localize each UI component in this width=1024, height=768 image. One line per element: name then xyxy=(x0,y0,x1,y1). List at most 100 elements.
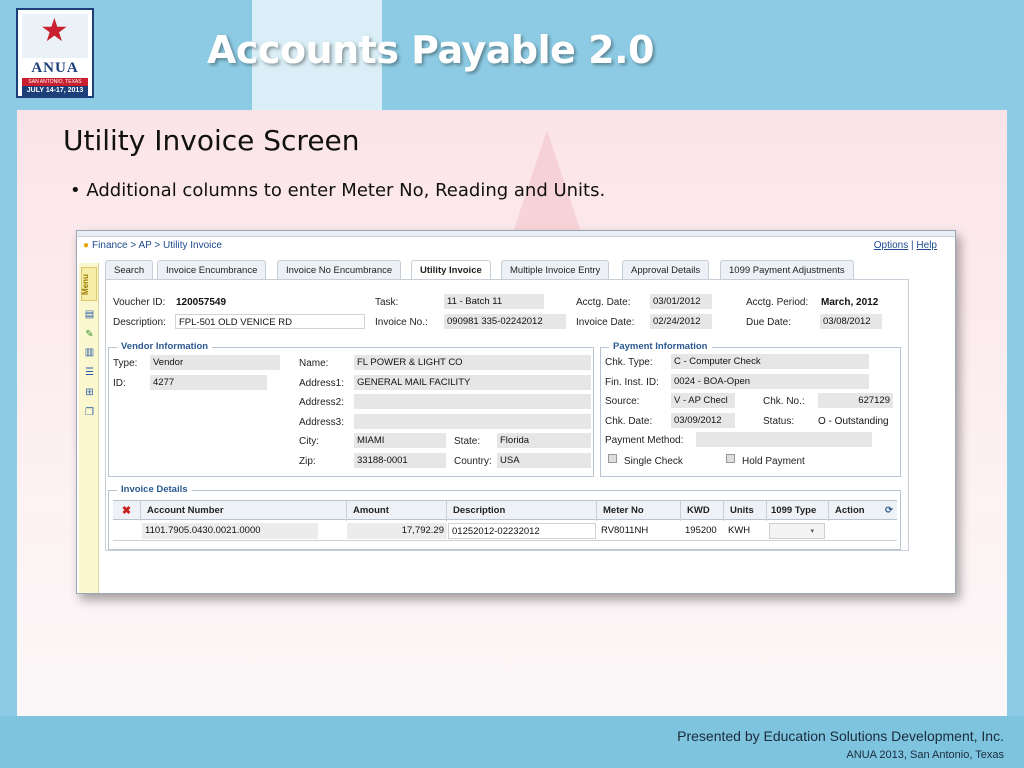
logo-dates: JULY 14-17, 2013 xyxy=(22,86,88,96)
chk-no-label: Chk. No.: xyxy=(763,396,805,407)
chk-type-field[interactable]: C - Computer Check xyxy=(671,354,869,369)
account-number-cell[interactable]: 1101.7905.0430.0021.0000 xyxy=(142,523,318,539)
vendor-id-label: ID: xyxy=(113,378,126,389)
state-field[interactable]: Florida xyxy=(497,433,591,448)
chk-date-label: Chk. Date: xyxy=(605,416,653,427)
chevron-down-icon: ▾ xyxy=(810,528,814,535)
vendor-type-field[interactable]: Vendor xyxy=(150,355,280,370)
breadcrumb: ● Finance > AP > Utility Invoice xyxy=(83,240,222,251)
fin-inst-id-label: Fin. Inst. ID: xyxy=(605,377,659,388)
tab-invoice-encumbrance[interactable]: Invoice Encumbrance xyxy=(157,260,267,279)
hold-payment-label: Hold Payment xyxy=(742,456,805,467)
report-icon[interactable]: ▥ xyxy=(83,347,96,359)
vendor-type-label: Type: xyxy=(113,358,138,369)
footer-presenter: Presented by Education Solutions Develop… xyxy=(677,728,1004,744)
star-icon: ★ xyxy=(40,11,69,49)
city-label: City: xyxy=(299,436,319,447)
amount-cell[interactable]: 17,792.29 xyxy=(347,523,447,539)
delete-icon[interactable]: ✖ xyxy=(122,505,131,517)
source-field[interactable]: V - AP Checl xyxy=(671,393,735,408)
tab-utility-invoice[interactable]: Utility Invoice xyxy=(411,260,491,280)
hold-payment-checkbox[interactable] xyxy=(726,454,735,463)
header-links: Options | Help xyxy=(874,240,937,251)
description-cell[interactable]: 01252012-02232012 xyxy=(448,523,596,539)
country-label: Country: xyxy=(454,456,492,467)
invoice-no-field[interactable]: 090981 335-02242012 xyxy=(444,314,566,329)
link-separator: | xyxy=(911,240,914,251)
tab-multiple-invoice-entry[interactable]: Multiple Invoice Entry xyxy=(501,260,610,279)
print-icon[interactable]: ▤ xyxy=(83,309,96,321)
tab-approval-details[interactable]: Approval Details xyxy=(622,260,710,279)
acctg-period-value: March, 2012 xyxy=(821,297,879,308)
payment-information-legend: Payment Information xyxy=(609,341,712,352)
zip-field[interactable]: 33188-0001 xyxy=(354,453,446,468)
state-label: State: xyxy=(454,436,481,447)
anua-logo: ★ ANUA SAN ANTONIO, TEXAS JULY 14-17, 20… xyxy=(16,8,94,98)
status-value: O - Outstanding xyxy=(818,416,889,427)
chk-type-label: Chk. Type: xyxy=(605,357,653,368)
address2-field[interactable] xyxy=(354,394,591,409)
col-description: Description xyxy=(447,501,597,521)
col-amount: Amount xyxy=(347,501,447,521)
table-row: 1101.7905.0430.0021.0000 17,792.29 01252… xyxy=(113,521,897,541)
description-field[interactable]: FPL-501 OLD VENICE RD xyxy=(175,314,365,329)
col-units: Units xyxy=(724,501,767,521)
units-cell[interactable]: KWH xyxy=(725,523,766,539)
slide-title: Accounts Payable 2.0 xyxy=(207,28,654,72)
invoice-grid-header: ✖ Account Number Amount Description Mete… xyxy=(113,500,897,521)
address3-field[interactable] xyxy=(354,414,591,429)
tab-1099-payment-adjustments[interactable]: 1099 Payment Adjustments xyxy=(720,260,854,279)
due-date-field[interactable]: 03/08/2012 xyxy=(820,314,882,329)
single-check-label: Single Check xyxy=(624,456,683,467)
vendor-id-field[interactable]: 4277 xyxy=(150,375,267,390)
single-check-checkbox[interactable] xyxy=(608,454,617,463)
list-icon[interactable]: ☰ xyxy=(83,367,96,379)
payment-method-label: Payment Method: xyxy=(605,435,684,446)
book-icon[interactable]: ❐ xyxy=(83,407,96,419)
address1-label: Address1: xyxy=(299,378,345,389)
meter-no-cell[interactable]: RV8011NH xyxy=(598,523,680,539)
col-action-label: Action xyxy=(835,505,865,516)
delete-column-header: ✖ xyxy=(113,501,141,521)
col-kwd: KWD xyxy=(681,501,724,521)
due-date-label: Due Date: xyxy=(746,317,792,328)
task-field[interactable]: 11 - Batch 11 xyxy=(444,294,544,309)
address3-label: Address3: xyxy=(299,417,345,428)
acctg-period-label: Acctg. Period: xyxy=(746,297,809,308)
invoice-details-legend: Invoice Details xyxy=(117,484,192,495)
logo-name: ANUA xyxy=(31,60,79,76)
voucher-id-value: 120057549 xyxy=(176,297,227,308)
app-screenshot: ● Finance > AP > Utility Invoice Options … xyxy=(76,230,956,594)
invoice-date-label: Invoice Date: xyxy=(576,317,635,328)
fin-inst-id-field[interactable]: 0024 - BOA-Open xyxy=(671,374,869,389)
add-icon[interactable]: ⊞ xyxy=(83,387,96,399)
country-field[interactable]: USA xyxy=(497,453,591,468)
help-link[interactable]: Help xyxy=(916,240,937,251)
edit-icon[interactable]: ✎ xyxy=(83,329,96,341)
col-action: Action ⟳ xyxy=(829,501,897,521)
menu-toggle[interactable]: Menu xyxy=(81,267,97,301)
invoice-date-field[interactable]: 02/24/2012 xyxy=(650,314,712,329)
chk-no-field[interactable]: 627129 xyxy=(818,393,893,408)
invoice-no-label: Invoice No.: xyxy=(375,317,428,328)
chk-date-field[interactable]: 03/09/2012 xyxy=(671,413,735,428)
col-account-number: Account Number xyxy=(141,501,347,521)
1099-type-select[interactable]: ▾ xyxy=(769,523,825,539)
vendor-name-field[interactable]: FL POWER & LIGHT CO xyxy=(354,355,591,370)
tab-invoice-no-encumbrance[interactable]: Invoice No Encumbrance xyxy=(277,260,402,279)
address1-field[interactable]: GENERAL MAIL FACILITY xyxy=(354,375,591,390)
breadcrumb-text[interactable]: Finance > AP > Utility Invoice xyxy=(92,240,222,251)
status-label: Status: xyxy=(763,416,795,427)
acctg-date-label: Acctg. Date: xyxy=(576,297,631,308)
options-link[interactable]: Options xyxy=(874,240,908,251)
voucher-id-label: Voucher ID: xyxy=(113,297,166,308)
add-row-icon[interactable]: ⟳ xyxy=(885,501,893,521)
vendor-name-label: Name: xyxy=(299,358,329,369)
city-field[interactable]: MIAMI xyxy=(354,433,446,448)
payment-method-field[interactable] xyxy=(696,432,872,447)
tab-search[interactable]: Search xyxy=(105,260,154,279)
acctg-date-field[interactable]: 03/01/2012 xyxy=(650,294,712,309)
logo-location: SAN ANTONIO, TEXAS xyxy=(22,78,88,86)
vendor-information-legend: Vendor Information xyxy=(117,341,213,352)
kwd-cell[interactable]: 195200 xyxy=(682,523,723,539)
